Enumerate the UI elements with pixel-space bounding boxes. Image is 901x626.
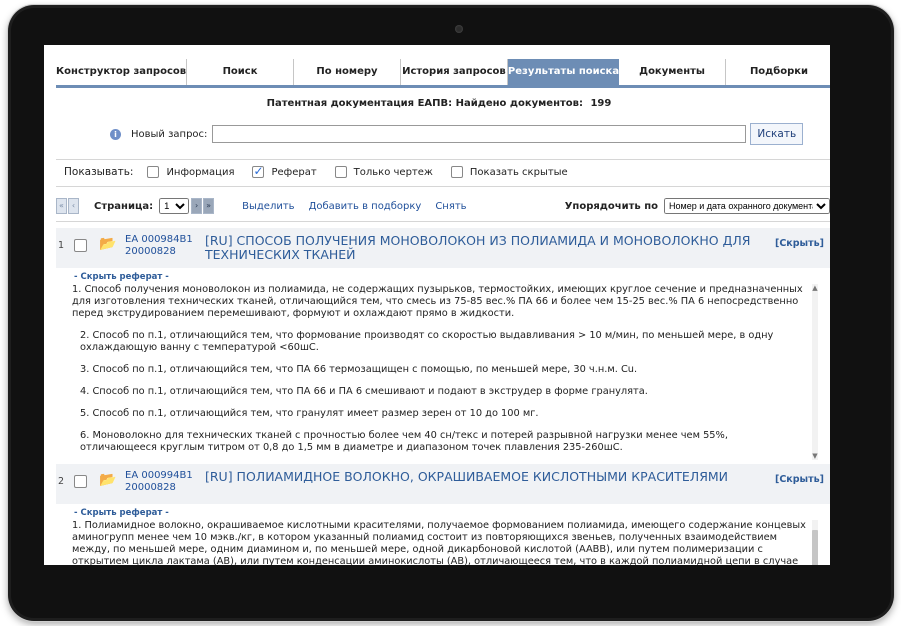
- new-query-input[interactable]: [212, 125, 747, 143]
- option-label: Показать скрытые: [469, 166, 568, 178]
- camera-icon: [455, 25, 463, 33]
- result-record: 2 📂 EA 000994B1 20000828 [RU] ПОЛИАМИДНО…: [56, 464, 830, 565]
- scroll-down-icon[interactable]: ▼: [811, 452, 819, 460]
- sort-select[interactable]: Номер и дата охранного документа: [664, 198, 830, 214]
- information-checkbox[interactable]: [147, 166, 160, 178]
- abstract-claim: 5. Способ по п.1, отличающийся тем, что …: [80, 408, 539, 419]
- record-doc-number[interactable]: EA 000984B1: [125, 234, 205, 246]
- record-date: 20000828: [125, 246, 176, 257]
- results-summary: Патентная документация ЕАПВ: Найдено док…: [44, 98, 830, 109]
- hide-record-link[interactable]: [Скрыть]: [775, 474, 824, 485]
- search-button[interactable]: Искать: [750, 123, 804, 145]
- tab-search[interactable]: Поиск: [187, 59, 295, 85]
- top-strip: [44, 45, 830, 51]
- next-page-icon[interactable]: ›: [191, 198, 203, 214]
- record-doc-number[interactable]: EA 000994B1: [125, 470, 205, 482]
- first-page-icon[interactable]: «: [56, 198, 67, 214]
- display-options-label: Показывать:: [64, 166, 134, 178]
- option-label: Информация: [166, 166, 235, 178]
- tab-query-builder[interactable]: Конструктор запросов: [56, 59, 188, 85]
- record-number: 1: [58, 240, 65, 251]
- abstract-claim: 6. Моноволокно для технических тканей с …: [80, 430, 728, 453]
- screen: Конструктор запросов Поиск По номеру Ист…: [44, 45, 830, 565]
- scroll-up-icon[interactable]: ▲: [811, 284, 819, 292]
- results-count: 199: [590, 98, 612, 109]
- page-label: Страница:: [94, 200, 154, 212]
- abstract-text: 1. Полиамидное волокно, окрашиваемое кис…: [72, 520, 820, 565]
- hide-abstract-link[interactable]: - Скрыть реферат -: [74, 272, 830, 282]
- new-query-label: Новый запрос:: [131, 128, 208, 140]
- select-all-link[interactable]: Выделить: [242, 201, 294, 212]
- abstract-text: 1. Способ получения моноволокон из полиа…: [72, 284, 820, 460]
- abstract-claim: 1. Способ получения моноволокон из полиа…: [72, 284, 803, 319]
- tab-documents[interactable]: Документы: [619, 59, 727, 85]
- option-drawing-only[interactable]: Только чертеж: [334, 166, 433, 178]
- record-title[interactable]: [RU] СПОСОБ ПОЛУЧЕНИЯ МОНОВОЛОКОН ИЗ ПОЛ…: [205, 234, 775, 262]
- result-record: 1 📂 EA 000984B1 20000828 [RU] СПОСОБ ПОЛ…: [56, 228, 830, 460]
- pager-bar: « ‹ Страница: 1 › » Выделить Добавить в …: [56, 195, 830, 222]
- add-to-collection-link[interactable]: Добавить в подборку: [309, 201, 422, 212]
- tab-search-results[interactable]: Результаты поиска: [507, 59, 620, 85]
- tab-collections[interactable]: Подборки: [726, 59, 830, 85]
- scrollbar-track[interactable]: [812, 284, 818, 460]
- hide-abstract-link[interactable]: - Скрыть реферат -: [74, 508, 830, 518]
- page-select[interactable]: 1: [159, 198, 190, 214]
- hide-record-link[interactable]: [Скрыть]: [775, 238, 824, 249]
- folder-open-icon[interactable]: 📂: [99, 236, 119, 252]
- drawing-only-checkbox[interactable]: [334, 166, 347, 178]
- tab-query-history[interactable]: История запросов: [401, 59, 508, 85]
- tab-bar: Конструктор запросов Поиск По номеру Ист…: [56, 59, 830, 88]
- record-checkbox[interactable]: [74, 475, 87, 488]
- prev-page-icon[interactable]: ‹: [68, 198, 79, 214]
- show-hidden-checkbox[interactable]: [450, 166, 463, 178]
- record-date: 20000828: [125, 482, 176, 493]
- results-label: Патентная документация ЕАПВ: Найдено док…: [266, 98, 583, 109]
- option-label: Реферат: [271, 166, 317, 178]
- abstract-scrollbar[interactable]: [810, 520, 820, 565]
- abstract-checkbox[interactable]: [252, 164, 265, 178]
- option-abstract[interactable]: Реферат: [252, 164, 317, 178]
- option-information[interactable]: Информация: [147, 166, 234, 178]
- record-id[interactable]: EA 000994B1 20000828: [125, 470, 205, 494]
- abstract-claim: 3. Способ по п.1, отличающийся тем, что …: [80, 364, 638, 375]
- abstract-claim: 1. Полиамидное волокно, окрашиваемое кис…: [72, 520, 806, 565]
- option-show-hidden[interactable]: Показать скрытые: [450, 166, 568, 178]
- info-icon[interactable]: i: [110, 128, 121, 140]
- tab-by-number[interactable]: По номеру: [294, 59, 401, 85]
- record-number: 2: [58, 476, 65, 487]
- record-header: 1 📂 EA 000984B1 20000828 [RU] СПОСОБ ПОЛ…: [56, 228, 830, 268]
- laptop-frame: Конструктор запросов Поиск По номеру Ист…: [8, 5, 894, 621]
- folder-open-icon[interactable]: 📂: [99, 472, 119, 488]
- record-title[interactable]: [RU] ПОЛИАМИДНОЕ ВОЛОКНО, ОКРАШИВАЕМОЕ К…: [205, 470, 775, 484]
- sort-label: Упорядочить по: [564, 200, 658, 212]
- record-header: 2 📂 EA 000994B1 20000828 [RU] ПОЛИАМИДНО…: [56, 464, 830, 504]
- abstract-scrollbar[interactable]: ▲ ▼: [810, 284, 820, 460]
- last-page-icon[interactable]: »: [203, 198, 215, 214]
- new-query-row: i Новый запрос: Искать: [44, 123, 830, 145]
- record-checkbox[interactable]: [74, 239, 87, 252]
- abstract-claim: 2. Способ по п.1, отличающийся тем, что …: [80, 330, 774, 353]
- scrollbar-thumb[interactable]: [812, 530, 818, 565]
- record-id[interactable]: EA 000984B1 20000828: [125, 234, 205, 258]
- display-options: Показывать: Информация Реферат Только че…: [56, 159, 830, 187]
- remove-selection-link[interactable]: Снять: [435, 201, 466, 212]
- abstract-claim: 4. Способ по п.1, отличающийся тем, что …: [80, 386, 648, 397]
- option-label: Только чертеж: [353, 166, 433, 178]
